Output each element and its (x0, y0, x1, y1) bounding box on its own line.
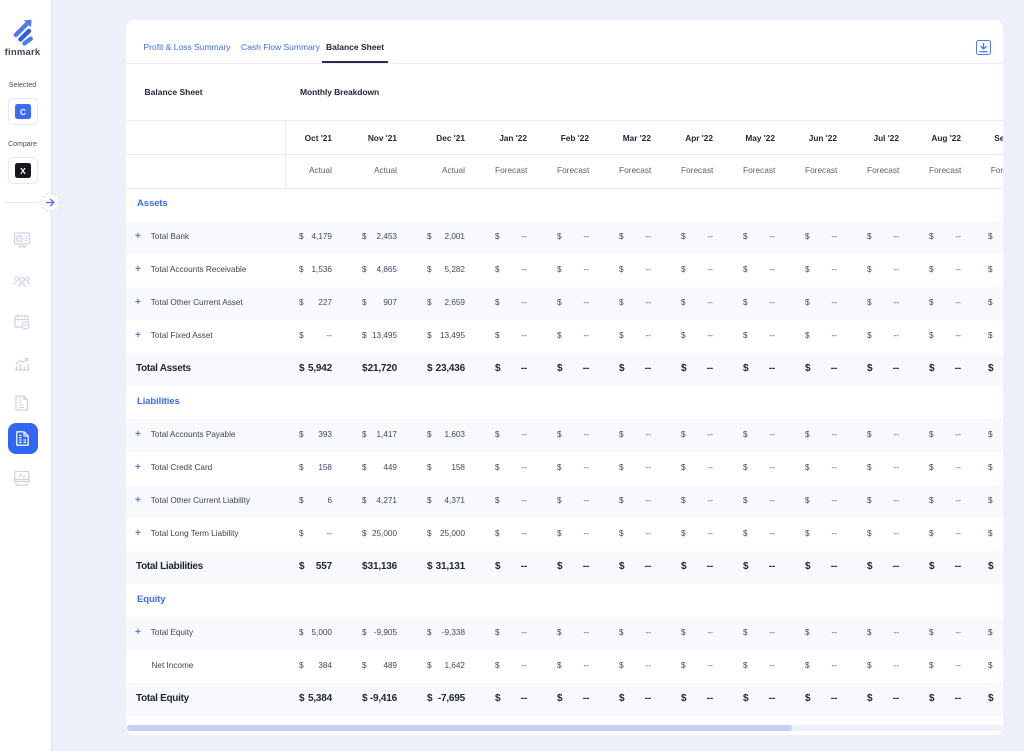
svg-text:$: $ (19, 397, 22, 403)
